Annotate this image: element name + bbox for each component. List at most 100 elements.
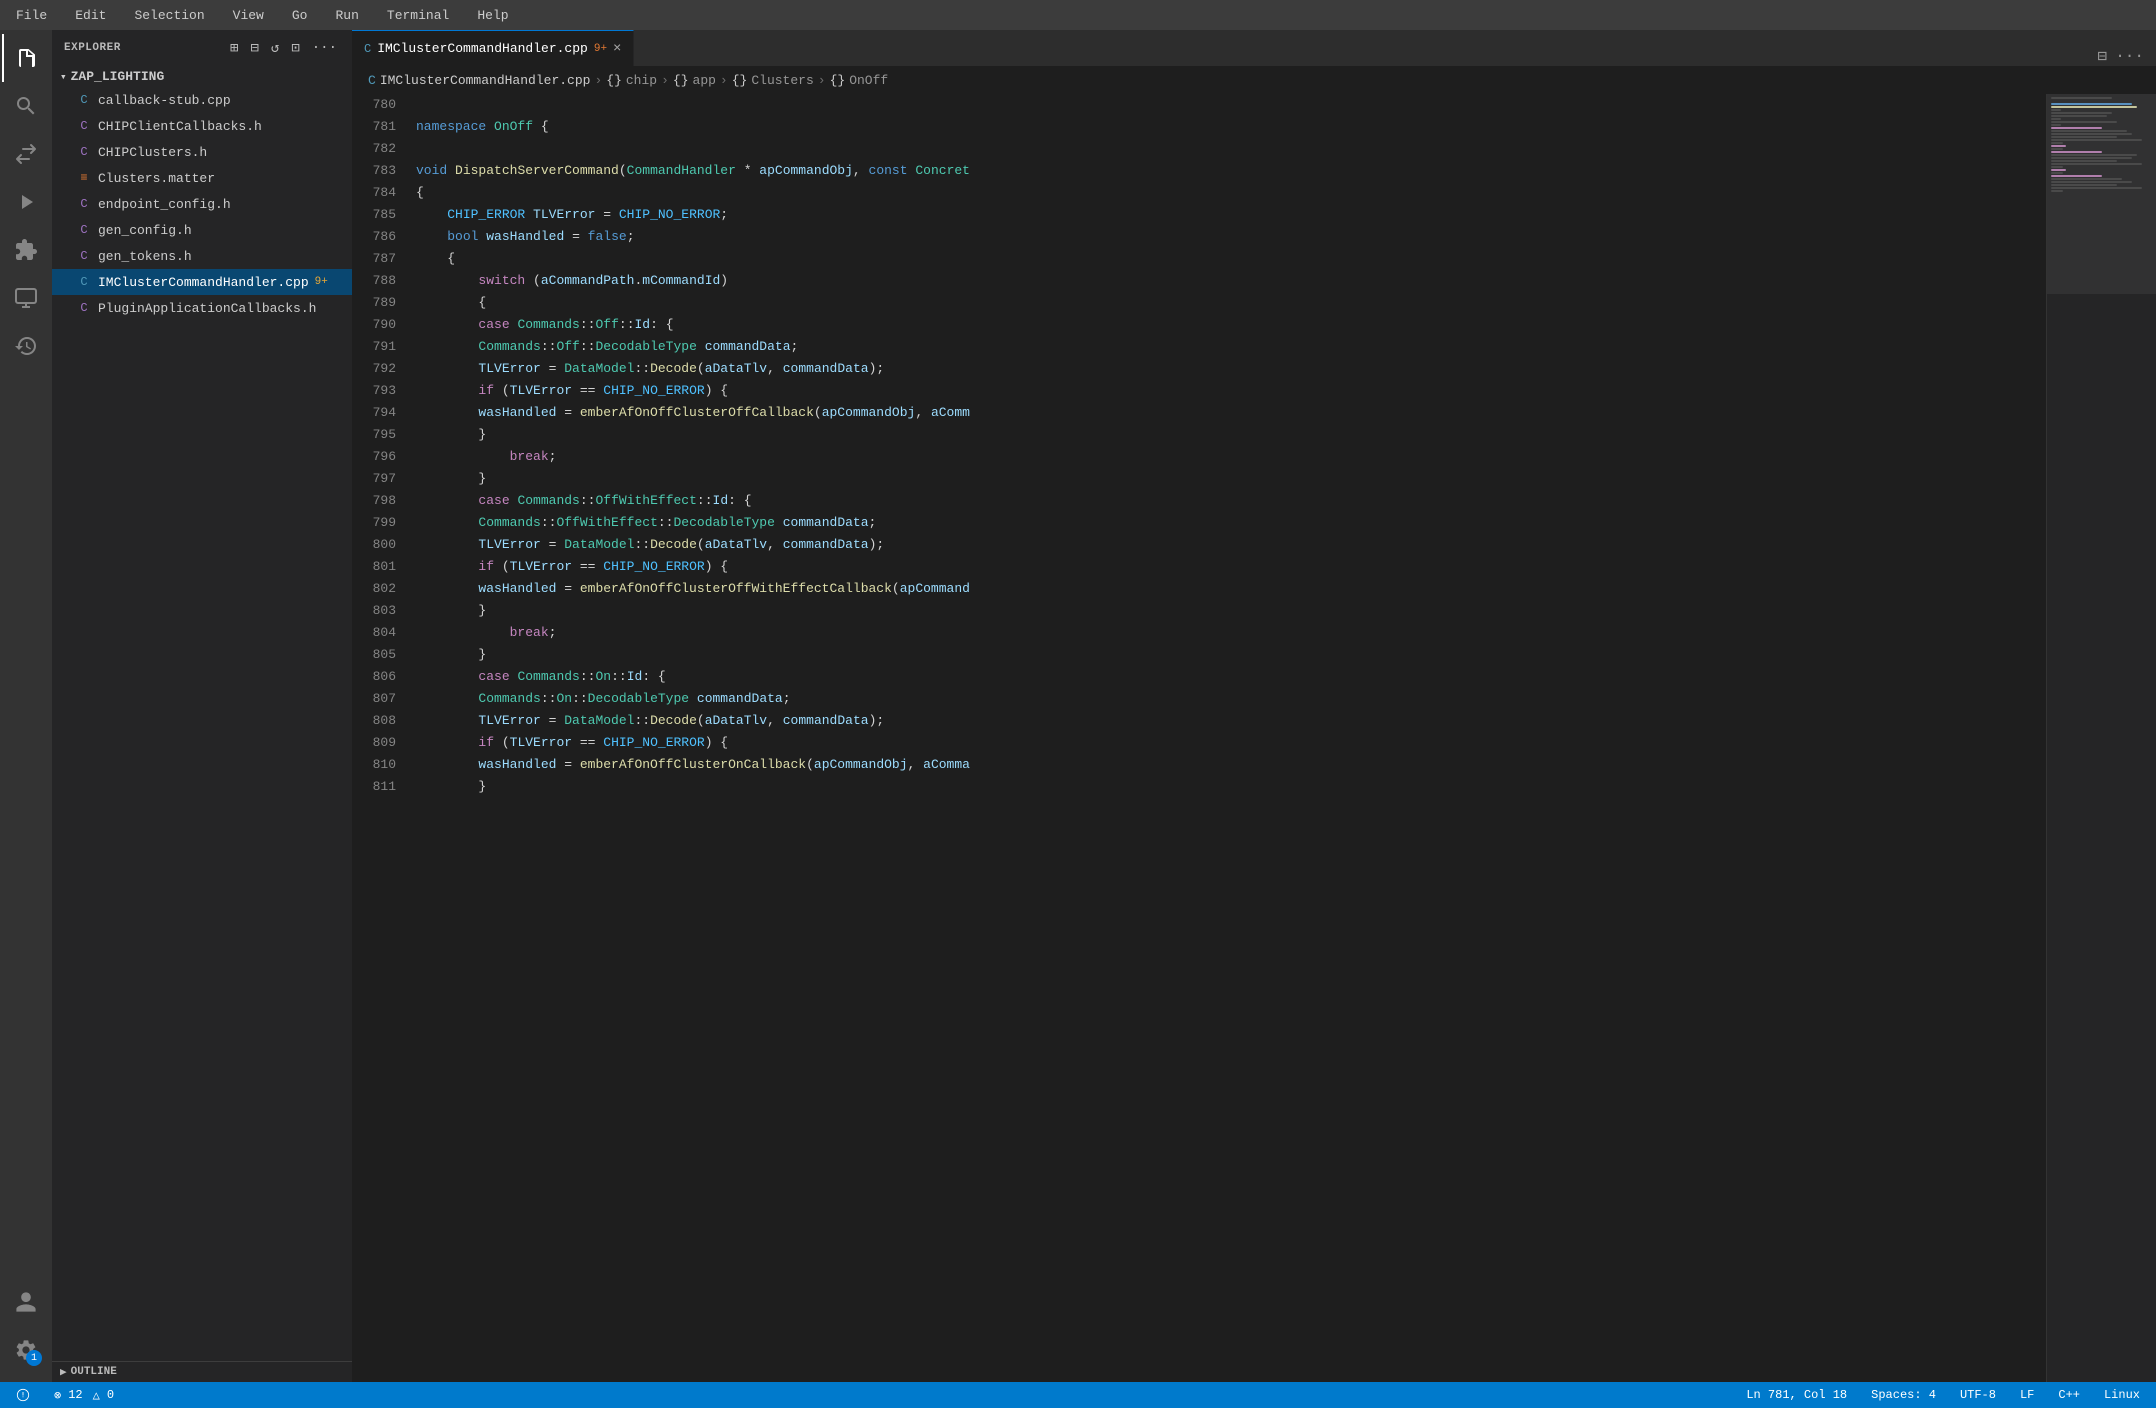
breadcrumb-app[interactable]: app — [693, 73, 716, 88]
file-item-endpoint-config[interactable]: C endpoint_config.h — [52, 191, 352, 217]
app-body: 1 EXPLORER ⊞ ⊟ ↺ ⊡ ··· ▾ ZAP_LIGHTING C … — [0, 30, 2156, 1382]
menu-run[interactable]: Run — [329, 6, 364, 25]
file-item-chipclientcallbacks[interactable]: C CHIPClientCallbacks.h — [52, 113, 352, 139]
line-ending-status[interactable]: LF — [2014, 1382, 2040, 1408]
minimap-content — [2047, 94, 2156, 1382]
tab-modified: 9+ — [594, 43, 607, 55]
settings-badge: 1 — [26, 1350, 42, 1366]
code-line-799: 799 Commands::OffWithEffect::DecodableTy… — [352, 512, 2046, 534]
line-num-805: 805 — [352, 644, 412, 666]
line-num-787: 787 — [352, 248, 412, 270]
file-name: CHIPClientCallbacks.h — [98, 119, 262, 134]
code-line-784: 784 { — [352, 182, 2046, 204]
more-actions-button[interactable]: ··· — [2115, 47, 2144, 65]
line-num-795: 795 — [352, 424, 412, 446]
breadcrumb-sep-2: › — [661, 73, 669, 88]
menu-file[interactable]: File — [10, 6, 53, 25]
line-num-782: 782 — [352, 138, 412, 160]
menu-edit[interactable]: Edit — [69, 6, 112, 25]
breadcrumb-clusters[interactable]: Clusters — [751, 73, 813, 88]
line-content-785: CHIP_ERROR TLVError = CHIP_NO_ERROR; — [412, 204, 2046, 226]
line-content-796: break; — [412, 446, 2046, 468]
breadcrumb-chip[interactable]: chip — [626, 73, 657, 88]
line-content-802: wasHandled = emberAfOnOffClusterOffWithE… — [412, 578, 2046, 600]
extensions-icon[interactable] — [2, 226, 50, 274]
files-icon[interactable] — [2, 34, 50, 82]
code-line-803: 803 } — [352, 600, 2046, 622]
timeline-icon[interactable] — [2, 322, 50, 370]
line-content-810: wasHandled = emberAfOnOffClusterOnCallba… — [412, 754, 2046, 776]
collapse-all-button[interactable]: ⊡ — [288, 38, 302, 59]
line-num-792: 792 — [352, 358, 412, 380]
line-content-806: case Commands::On::Id: { — [412, 666, 2046, 688]
position-status[interactable]: Ln 781, Col 18 — [1740, 1382, 1853, 1408]
refresh-button[interactable]: ↺ — [268, 38, 282, 59]
file-item-clusters-matter[interactable]: ≡ Clusters.matter — [52, 165, 352, 191]
os-text: Linux — [2104, 1388, 2140, 1402]
line-content-807: Commands::On::DecodableType commandData; — [412, 688, 2046, 710]
matter-file-icon: ≡ — [76, 170, 92, 186]
menu-selection[interactable]: Selection — [128, 6, 210, 25]
line-num-799: 799 — [352, 512, 412, 534]
split-editor-button[interactable]: ⊟ — [2098, 46, 2108, 66]
new-file-button[interactable]: ⊞ — [227, 38, 241, 59]
code-line-801: 801 if (TLVError == CHIP_NO_ERROR) { — [352, 556, 2046, 578]
h-file-icon: C — [76, 222, 92, 238]
run-debug-icon[interactable] — [2, 178, 50, 226]
line-content-799: Commands::OffWithEffect::DecodableType c… — [412, 512, 2046, 534]
menu-help[interactable]: Help — [471, 6, 514, 25]
remote-explorer-icon[interactable] — [2, 274, 50, 322]
code-scroll[interactable]: 780 781 namespace OnOff { 782 — [352, 94, 2046, 1382]
source-control-icon[interactable] — [2, 130, 50, 178]
errors-status[interactable]: ⊗ 12 △ 0 — [48, 1382, 120, 1408]
line-content-781: namespace OnOff { — [412, 116, 2046, 138]
encoding-status[interactable]: UTF-8 — [1954, 1382, 2002, 1408]
editor-content: 780 781 namespace OnOff { 782 — [352, 94, 2156, 1382]
file-item-pluginapplication[interactable]: C PluginApplicationCallbacks.h — [52, 295, 352, 321]
remote-status[interactable] — [10, 1382, 40, 1408]
menu-terminal[interactable]: Terminal — [381, 6, 455, 25]
menu-view[interactable]: View — [227, 6, 270, 25]
file-item-gen-config[interactable]: C gen_config.h — [52, 217, 352, 243]
os-status[interactable]: Linux — [2098, 1382, 2146, 1408]
file-name: IMClusterCommandHandler.cpp — [98, 275, 309, 290]
menu-bar: File Edit Selection View Go Run Terminal… — [0, 0, 2156, 30]
code-pane[interactable]: 780 781 namespace OnOff { 782 — [352, 94, 2046, 1382]
line-num-781: 781 — [352, 116, 412, 138]
new-folder-button[interactable]: ⊟ — [247, 38, 261, 59]
search-icon[interactable] — [2, 82, 50, 130]
file-item-gen-tokens[interactable]: C gen_tokens.h — [52, 243, 352, 269]
line-num-798: 798 — [352, 490, 412, 512]
breadcrumb-filename[interactable]: IMClusterCommandHandler.cpp — [380, 73, 591, 88]
file-name: gen_config.h — [98, 223, 192, 238]
line-content-798: case Commands::OffWithEffect::Id: { — [412, 490, 2046, 512]
file-item-chipclusters[interactable]: C CHIPClusters.h — [52, 139, 352, 165]
status-left: ⊗ 12 △ 0 — [10, 1382, 120, 1408]
settings-icon[interactable]: 1 — [2, 1326, 50, 1374]
minimap-viewport — [2047, 94, 2156, 294]
account-icon[interactable] — [2, 1278, 50, 1326]
breadcrumb-file[interactable]: C — [368, 73, 376, 88]
outline-section[interactable]: ▶ OUTLINE — [52, 1362, 352, 1382]
line-content-795: } — [412, 424, 2046, 446]
tab-close-button[interactable]: × — [613, 41, 621, 57]
file-item-imcluster[interactable]: C IMClusterCommandHandler.cpp 9+ — [52, 269, 352, 295]
explorer-root[interactable]: ▾ ZAP_LIGHTING — [52, 66, 352, 87]
explorer-more-button[interactable]: ··· — [309, 38, 340, 59]
explorer-root-label: ZAP_LIGHTING — [71, 69, 165, 84]
breadcrumb-onoff[interactable]: OnOff — [849, 73, 888, 88]
line-num-811: 811 — [352, 776, 412, 798]
language-status[interactable]: C++ — [2052, 1382, 2086, 1408]
sidebar-header: EXPLORER ⊞ ⊟ ↺ ⊡ ··· — [52, 30, 352, 66]
file-item-callback-stub[interactable]: C callback-stub.cpp — [52, 87, 352, 113]
editor-area: C IMClusterCommandHandler.cpp 9+ × ⊟ ···… — [352, 30, 2156, 1382]
spaces-status[interactable]: Spaces: 4 — [1865, 1382, 1942, 1408]
line-num-800: 800 — [352, 534, 412, 556]
code-line-809: 809 if (TLVError == CHIP_NO_ERROR) { — [352, 732, 2046, 754]
tab-imcluster[interactable]: C IMClusterCommandHandler.cpp 9+ × — [352, 30, 634, 66]
file-name: callback-stub.cpp — [98, 93, 231, 108]
menu-go[interactable]: Go — [286, 6, 314, 25]
cpp-file-icon: C — [76, 274, 92, 290]
line-content-794: wasHandled = emberAfOnOffClusterOffCallb… — [412, 402, 2046, 424]
warning-icon: △ — [93, 1388, 100, 1403]
